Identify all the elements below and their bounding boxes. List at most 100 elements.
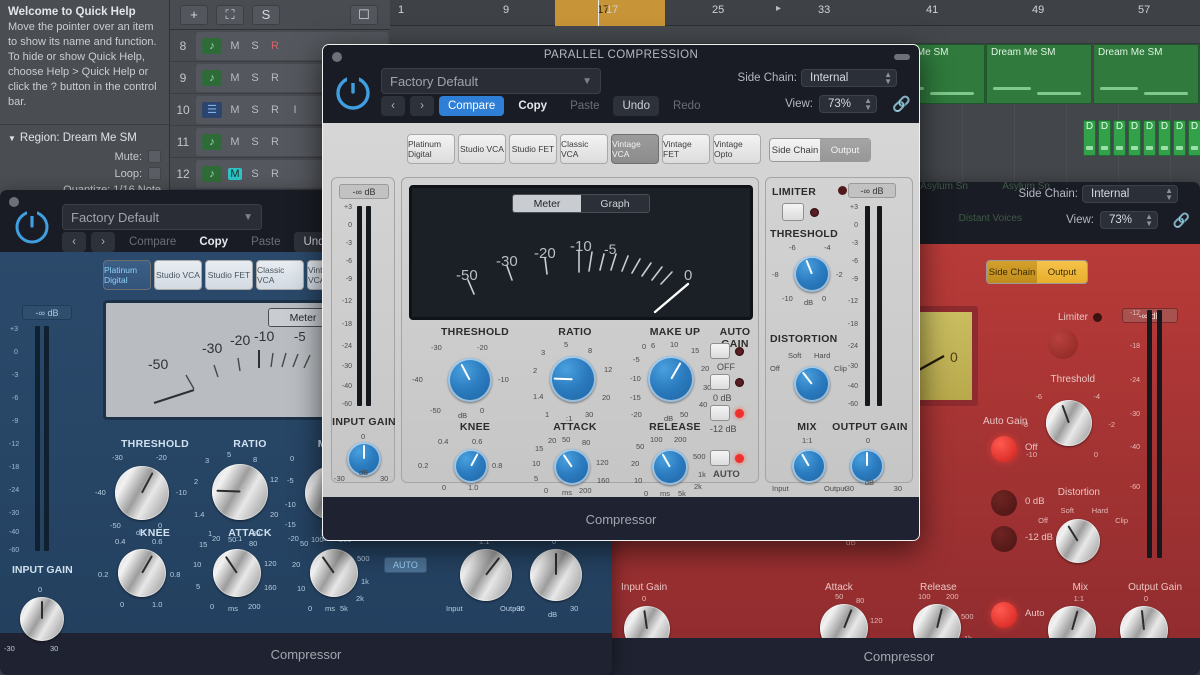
blue-threshold-knob[interactable] bbox=[115, 466, 169, 520]
auto-gain-12db-lamp[interactable] bbox=[991, 526, 1017, 552]
next-preset-button[interactable]: › bbox=[91, 232, 115, 252]
limiter-threshold-knob[interactable] bbox=[1046, 400, 1092, 446]
model-tab-platinum-digital[interactable]: Platinum Digital bbox=[407, 134, 455, 164]
auto-gain-off-row[interactable] bbox=[710, 343, 744, 359]
auto-gain-off-lamp[interactable] bbox=[991, 436, 1017, 462]
record-button[interactable]: R bbox=[268, 40, 282, 52]
stepper-icon[interactable]: ▲ ▼ bbox=[884, 71, 892, 86]
power-button[interactable] bbox=[10, 204, 54, 248]
auto-gain-12db-row[interactable] bbox=[710, 405, 744, 421]
model-tab-studio-fet[interactable]: Studio FET bbox=[205, 260, 253, 290]
limiter-toggle-row[interactable] bbox=[782, 203, 819, 221]
add-track-button[interactable]: + bbox=[180, 4, 208, 25]
drum-cell[interactable]: D bbox=[1083, 120, 1096, 156]
solo-button[interactable]: S bbox=[248, 72, 262, 84]
output-tab[interactable]: Output bbox=[820, 139, 870, 161]
paste-button[interactable]: Paste bbox=[561, 96, 608, 116]
model-tab-row[interactable]: Platinum Digital Studio VCA Studio FET C… bbox=[407, 134, 761, 164]
mix-knob[interactable] bbox=[792, 449, 826, 483]
region[interactable]: Dream Me SM bbox=[986, 44, 1092, 104]
distortion-knob[interactable] bbox=[794, 366, 830, 402]
view-select[interactable]: 73% ▲ ▼ bbox=[1100, 211, 1158, 229]
plugin-header-buttons[interactable]: ‹ › Compare Copy Paste Undo Redo bbox=[381, 96, 709, 116]
knee-knob[interactable] bbox=[454, 449, 488, 483]
record-button[interactable]: R bbox=[268, 136, 282, 148]
blue-attack-knob[interactable] bbox=[213, 549, 261, 597]
undo-button[interactable]: Undo bbox=[613, 96, 659, 116]
drum-cell[interactable]: D bbox=[1158, 120, 1171, 156]
next-preset-button[interactable]: › bbox=[410, 96, 434, 116]
copy-button[interactable]: Copy bbox=[190, 232, 237, 252]
limiter-threshold-knob[interactable] bbox=[794, 256, 830, 292]
output-tab[interactable]: Output bbox=[1037, 261, 1087, 283]
redo-button[interactable]: Redo bbox=[664, 96, 710, 116]
side-chain-tab[interactable]: Side Chain bbox=[987, 261, 1037, 283]
attack-knob[interactable] bbox=[554, 449, 590, 485]
ratio-knob[interactable] bbox=[550, 356, 596, 402]
power-button[interactable] bbox=[331, 69, 375, 113]
mute-button[interactable]: M bbox=[228, 104, 242, 116]
solo-button[interactable]: S bbox=[248, 136, 262, 148]
record-button[interactable]: R bbox=[268, 168, 282, 180]
mute-button[interactable]: M bbox=[228, 136, 242, 148]
model-tab-platinum-digital[interactable]: Platinum Digital bbox=[103, 260, 151, 290]
chevron-down-icon[interactable]: ▼ bbox=[243, 212, 253, 223]
record-button[interactable]: R bbox=[268, 104, 282, 116]
copy-button[interactable]: Copy bbox=[509, 96, 556, 116]
region[interactable]: Dream Me SM bbox=[1093, 44, 1199, 104]
auto-lamp[interactable] bbox=[991, 602, 1017, 628]
input-monitor-button[interactable]: I bbox=[288, 104, 302, 116]
model-tab-classic-vca[interactable]: Classic VCA bbox=[560, 134, 608, 164]
view-select[interactable]: 73% ▲ ▼ bbox=[819, 95, 877, 113]
side-chain-tab[interactable]: Side Chain bbox=[770, 139, 820, 161]
mute-button[interactable]: M bbox=[228, 167, 242, 180]
model-tab-studio-vca[interactable]: Studio VCA bbox=[154, 260, 202, 290]
sidechain-output-toggle[interactable]: Side Chain Output bbox=[769, 138, 871, 162]
auto-row[interactable] bbox=[710, 450, 744, 466]
threshold-knob[interactable] bbox=[448, 358, 492, 402]
side-chain-select[interactable]: Internal ▲ ▼ bbox=[801, 69, 897, 87]
solo-button[interactable]: S bbox=[248, 168, 262, 180]
chevron-down-icon[interactable]: ▼ bbox=[582, 76, 592, 87]
drum-cell[interactable]: D bbox=[1113, 120, 1126, 156]
model-tab-vintage-vca[interactable]: Vintage VCA bbox=[611, 134, 659, 164]
stepper-icon[interactable]: ▲ ▼ bbox=[1165, 187, 1173, 202]
list-item[interactable]: Mute: bbox=[0, 148, 169, 165]
list-item[interactable]: Loop: bbox=[0, 165, 169, 182]
auto-gain-0db-lamp[interactable] bbox=[991, 490, 1017, 516]
limiter-toggle-lamp[interactable] bbox=[1048, 329, 1078, 359]
compare-button[interactable]: Compare bbox=[120, 232, 185, 252]
blue-release-knob[interactable] bbox=[310, 549, 358, 597]
mute-button[interactable]: M bbox=[228, 40, 242, 52]
side-chain-select[interactable]: Internal ▲ ▼ bbox=[1082, 185, 1178, 203]
auto-button[interactable] bbox=[710, 450, 730, 466]
stepper-icon[interactable]: ▲ ▼ bbox=[864, 97, 872, 112]
make-up-knob[interactable] bbox=[648, 356, 694, 402]
auto-gain-0db-button[interactable] bbox=[710, 374, 730, 390]
model-tab-studio-fet[interactable]: Studio FET bbox=[509, 134, 557, 164]
solo-button[interactable]: S bbox=[252, 4, 280, 25]
window-layout-button[interactable]: ☐ bbox=[350, 4, 378, 25]
limiter-toggle-button[interactable] bbox=[782, 203, 804, 221]
distortion-knob[interactable] bbox=[1056, 519, 1100, 563]
compare-button[interactable]: Compare bbox=[439, 96, 505, 116]
record-button[interactable]: R bbox=[268, 72, 282, 84]
model-tab-vintage-fet[interactable]: Vintage FET bbox=[662, 134, 710, 164]
release-knob[interactable] bbox=[652, 449, 688, 485]
timeline-ruler[interactable]: 17 ▸ 1 9 17 25 33 41 49 57 bbox=[390, 0, 1200, 26]
solo-button[interactable]: S bbox=[248, 104, 262, 116]
auto-gain-0db-row[interactable] bbox=[710, 374, 744, 390]
model-tab-vintage-opto[interactable]: Vintage Opto bbox=[713, 134, 761, 164]
blue-input-gain-knob[interactable] bbox=[20, 597, 64, 641]
drum-cell[interactable]: D bbox=[1173, 120, 1186, 156]
loop-checkbox[interactable] bbox=[148, 167, 161, 180]
blue-knee-knob[interactable] bbox=[118, 549, 166, 597]
auto-gain-off-button[interactable] bbox=[710, 343, 730, 359]
link-icon[interactable]: 🔗 bbox=[1173, 212, 1190, 229]
preset-select[interactable]: Factory Default ▼ bbox=[381, 68, 601, 94]
prev-preset-button[interactable]: ‹ bbox=[62, 232, 86, 252]
disclosure-triangle-icon[interactable]: ▼ bbox=[8, 134, 16, 143]
preset-select[interactable]: Factory Default ▼ bbox=[62, 204, 262, 230]
mute-checkbox[interactable] bbox=[148, 150, 161, 163]
stepper-icon[interactable]: ▲ ▼ bbox=[1145, 213, 1153, 228]
